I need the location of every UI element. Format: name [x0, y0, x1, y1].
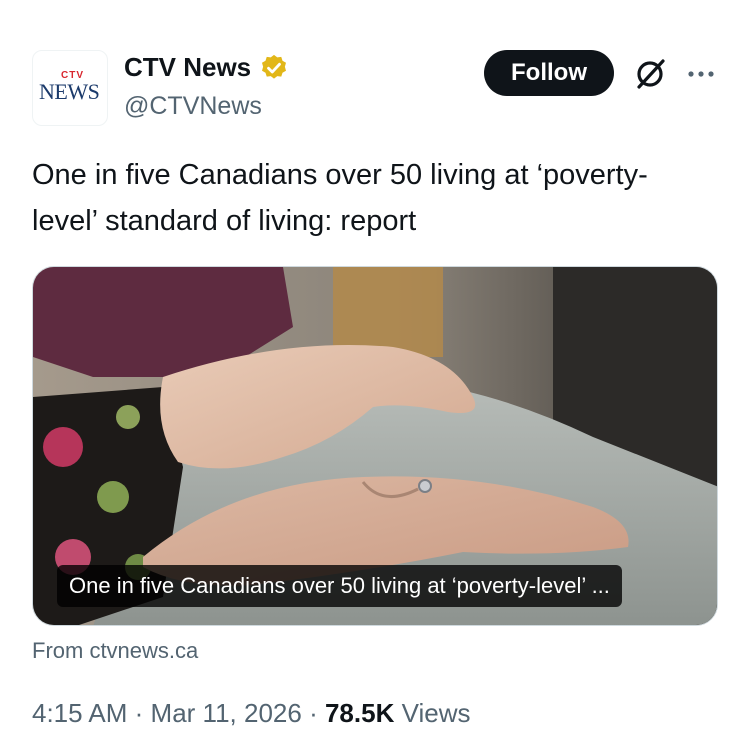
card-source[interactable]: From ctvnews.ca [32, 638, 198, 664]
meta-separator: · [134, 698, 144, 728]
verified-badge-icon[interactable] [259, 53, 289, 83]
tweet-meta: 4:15 AM · Mar 11, 2026 · 78.5K Views [32, 698, 470, 729]
more-icon[interactable] [683, 56, 719, 92]
link-card[interactable]: One in five Canadians over 50 living at … [32, 266, 718, 626]
views-label: Views [401, 698, 471, 728]
display-name[interactable]: CTV News [124, 52, 251, 83]
ctv-logo-bottom: NEWS [39, 79, 100, 104]
grok-icon[interactable] [630, 54, 670, 94]
views-count[interactable]: 78.5K [325, 698, 394, 728]
tweet-time[interactable]: 4:15 AM [32, 698, 127, 728]
handle[interactable]: @CTVNews [124, 92, 262, 121]
follow-button[interactable]: Follow [484, 50, 614, 96]
card-caption: One in five Canadians over 50 living at … [57, 565, 622, 607]
author-name-row: CTV News [124, 52, 289, 83]
tweet-date[interactable]: Mar 11, 2026 [151, 698, 302, 728]
tweet-text: One in five Canadians over 50 living at … [32, 159, 648, 237]
avatar[interactable]: CTV NEWS [32, 50, 108, 126]
meta-separator: · [309, 698, 318, 728]
